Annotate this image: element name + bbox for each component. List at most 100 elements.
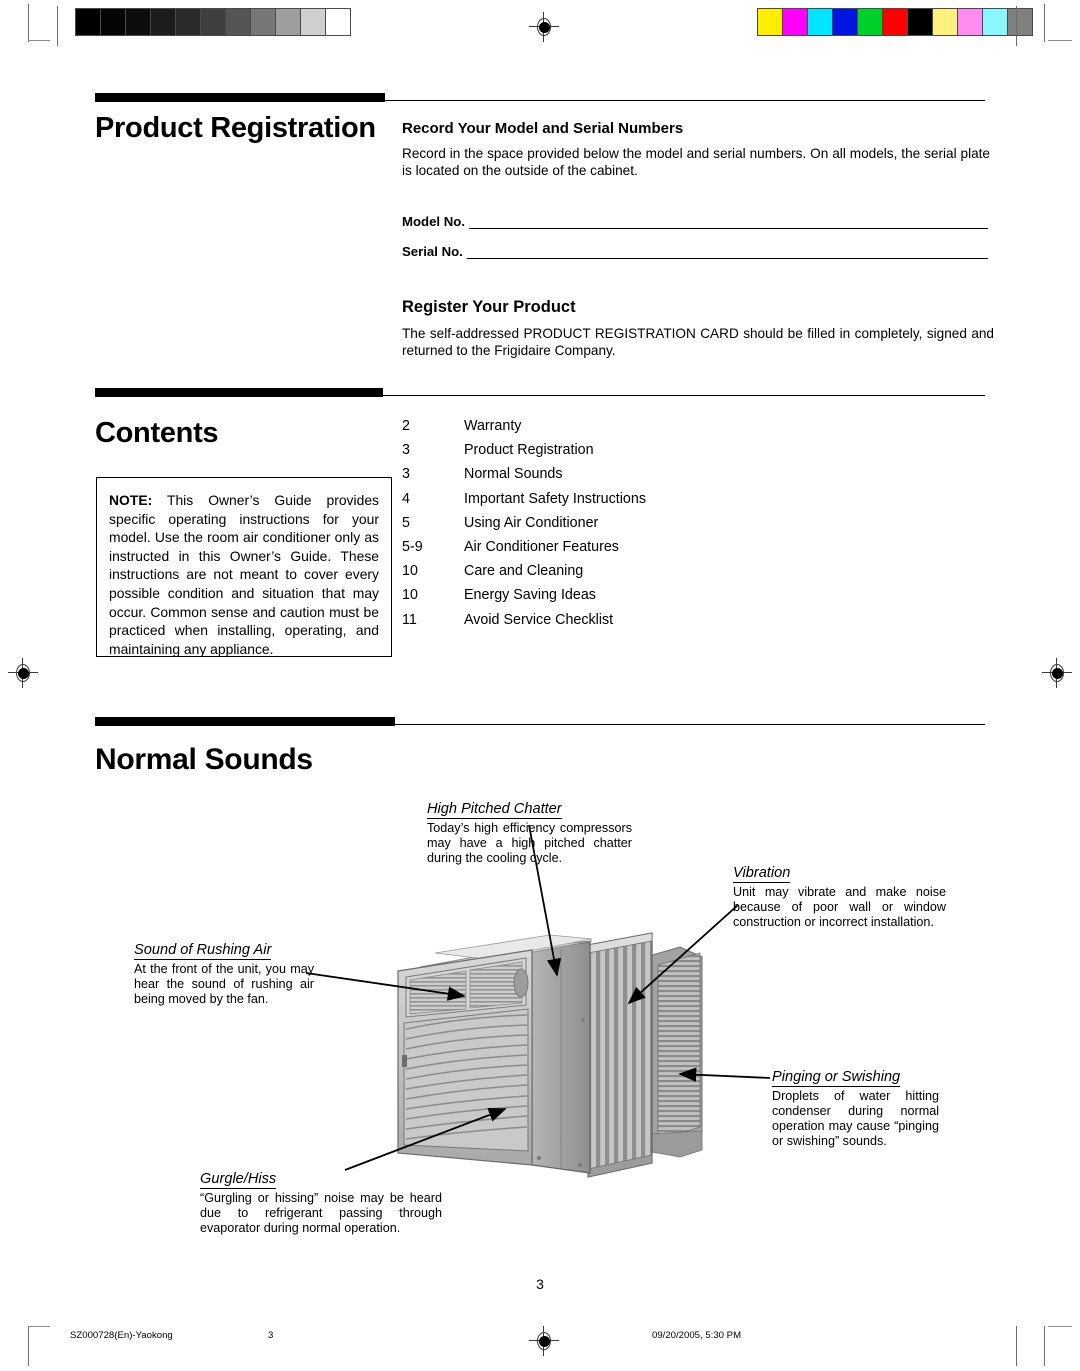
note-body: This Owner’s Guide provides specific ope…: [109, 492, 379, 657]
crop-rule-bottom-right: [1048, 1326, 1072, 1327]
toc-row[interactable]: 5-9 Air Conditioner Features: [402, 539, 732, 563]
field-serial-no[interactable]: Serial No.: [402, 244, 988, 259]
callout-title: Pinging or Swishing: [772, 1069, 901, 1087]
color-swatch: [883, 9, 907, 35]
footer-page-number: 3: [268, 1330, 274, 1341]
callout-body: Droplets of water hitting condenser duri…: [772, 1088, 939, 1149]
table-of-contents: 2 Warranty 3 Product Registration 3 Normal So…: [402, 418, 732, 636]
field-model-no[interactable]: Model No.: [402, 214, 988, 229]
toc-entry-label: Avoid Service Checklist: [464, 611, 614, 628]
section-rule-product-registration: [95, 93, 985, 103]
page-number: 3: [536, 1276, 544, 1292]
grayscale-calibration-bar: [75, 8, 351, 36]
callout-body: Unit may vibrate and make noise because …: [733, 884, 946, 929]
page-title-contents: Contents: [95, 417, 219, 449]
registration-target-right: [1042, 658, 1072, 688]
callout-body: “Gurgling or hissing” noise may be heard…: [200, 1190, 442, 1235]
note-text: NOTE: This Owner’s Guide provides specif…: [109, 491, 379, 658]
crop-rule-top-right: [1048, 40, 1072, 41]
crop-mark-bottom-right-inner: [1016, 1318, 1026, 1366]
toc-entry-label: Care and Cleaning: [464, 563, 584, 580]
callout-high-pitched-chatter: High Pitched Chatter Today’s high effici…: [427, 800, 632, 866]
toc-row[interactable]: 2 Warranty: [402, 418, 732, 442]
toc-row[interactable]: 5 Using Air Conditioner: [402, 515, 732, 539]
grayscale-swatch: [251, 9, 275, 35]
heading-register-your-product: Register Your Product: [402, 298, 576, 316]
crop-rule-top-left: [28, 40, 50, 41]
toc-page-number: 5-9: [402, 538, 423, 555]
grayscale-swatch: [226, 9, 250, 35]
toc-page-number: 2: [402, 418, 410, 434]
callout-title: Gurgle/Hiss: [200, 1171, 277, 1189]
color-swatch: [758, 9, 782, 35]
text-register-your-product: The self-addressed PRODUCT REGISTRATION …: [402, 326, 994, 359]
toc-row[interactable]: 11 Avoid Service Checklist: [402, 612, 732, 636]
field-serial-no-label: Serial No.: [402, 244, 463, 259]
crop-mark-top-right-inner: [1016, 6, 1026, 50]
color-swatch: [858, 9, 882, 35]
crop-mark-top-right: [1044, 4, 1080, 48]
grayscale-swatch: [151, 9, 175, 35]
window-air-conditioner-illustration: [380, 905, 720, 1195]
grayscale-swatch: [301, 9, 325, 35]
callout-title: Vibration: [733, 865, 791, 883]
toc-page-number: 11: [402, 611, 417, 628]
registration-target-bottom-center: [529, 1326, 559, 1356]
toc-row[interactable]: 4 Important Safety Instructions: [402, 491, 732, 515]
toc-page-number: 3: [402, 466, 410, 483]
crop-rule-bottom-left: [28, 1326, 50, 1327]
page-title-product-registration: Product Registration: [95, 112, 376, 144]
footer-timestamp: 09/20/2005, 5:30 PM: [652, 1330, 742, 1341]
toc-row[interactable]: 10 Care and Cleaning: [402, 563, 732, 587]
field-model-no-input[interactable]: [469, 217, 988, 229]
section-rule-contents: [95, 388, 985, 398]
callout-title: High Pitched Chatter: [427, 801, 562, 819]
registration-target-top-center: [529, 12, 559, 42]
air-conditioner-svg: [397, 932, 703, 1178]
grayscale-swatch: [76, 9, 100, 35]
front-intake-louvers: [402, 1008, 529, 1152]
grayscale-swatch: [176, 9, 200, 35]
callout-body: At the front of the unit, you may hear t…: [134, 961, 314, 1006]
toc-page-number: 5: [402, 514, 410, 531]
color-swatch: [783, 9, 807, 35]
callout-body: Today’s high efficiency compressors may …: [427, 820, 632, 865]
color-swatch: [983, 9, 1007, 35]
toc-entry-label: Air Conditioner Features: [464, 538, 619, 555]
toc-entry-label: Using Air Conditioner: [464, 514, 599, 531]
print-calibration-strip: [0, 0, 1080, 62]
callout-gurgle-hiss: Gurgle/Hiss “Gurgling or hissing” noise …: [200, 1170, 442, 1236]
field-serial-no-input[interactable]: [466, 247, 988, 259]
toc-page-number: 3: [402, 442, 410, 459]
color-calibration-bar: [757, 8, 1033, 36]
grayscale-swatch: [101, 9, 125, 35]
note-box: NOTE: This Owner’s Guide provides specif…: [96, 477, 392, 657]
toc-row[interactable]: 3 Normal Sounds: [402, 466, 732, 490]
section-rule-normal-sounds: [95, 717, 985, 727]
heading-record-model-serial: Record Your Model and Serial Numbers: [402, 120, 684, 137]
toc-page-number: 4: [402, 490, 410, 507]
toc-entry-label: Product Registration: [464, 442, 594, 459]
text-record-model-serial: Record in the space provided below the m…: [402, 146, 990, 179]
toc-row[interactable]: 10 Energy Saving Ideas: [402, 587, 732, 611]
toc-entry-label: Important Safety Instructions: [464, 490, 646, 507]
toc-page-number: 10: [402, 563, 418, 580]
note-label: NOTE:: [109, 492, 153, 508]
footer-document-id: SZ000728(En)-Yaokong: [70, 1330, 173, 1341]
registration-target-left: [8, 658, 38, 688]
callout-vibration: Vibration Unit may vibrate and make nois…: [733, 864, 946, 930]
grayscale-swatch: [326, 9, 350, 35]
callout-pinging-or-swishing: Pinging or Swishing Droplets of water hi…: [772, 1068, 939, 1149]
grayscale-swatch: [126, 9, 150, 35]
toc-page-number: 10: [402, 587, 418, 604]
color-swatch: [808, 9, 832, 35]
color-swatch: [833, 9, 857, 35]
color-swatch: [908, 9, 932, 35]
grayscale-swatch: [201, 9, 225, 35]
toc-entry-label: Normal Sounds: [464, 466, 563, 483]
color-swatch: [958, 9, 982, 35]
callout-sound-of-rushing-air: Sound of Rushing Air At the front of the…: [134, 941, 314, 1007]
color-swatch: [933, 9, 957, 35]
toc-row[interactable]: 3 Product Registration: [402, 442, 732, 466]
condenser-louver-panel: [587, 932, 653, 1178]
